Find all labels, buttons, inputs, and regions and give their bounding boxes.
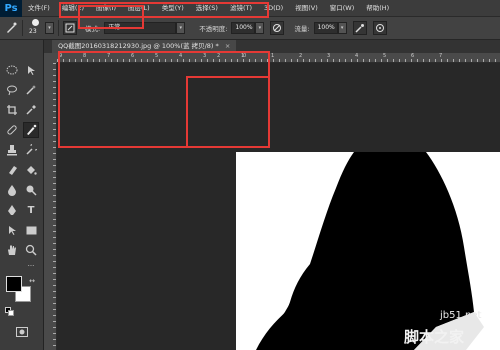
path-selection-tool-icon[interactable] — [4, 222, 20, 238]
type-tool-icon[interactable]: T — [23, 202, 39, 218]
marquee-tool-icon[interactable] — [4, 62, 20, 78]
opacity-label: 不透明度: — [199, 25, 228, 33]
lasso-tool-icon[interactable] — [4, 82, 20, 98]
blend-mode-dropdown[interactable]: ▾ — [176, 22, 186, 34]
ruler-label: 5 — [383, 53, 387, 59]
eraser-tool-icon[interactable] — [4, 162, 20, 178]
dodge-tool-icon[interactable] — [23, 182, 39, 198]
magic-wand-tool-icon[interactable] — [23, 82, 39, 98]
opacity-input[interactable]: 100% — [231, 22, 256, 34]
ruler-label: 1 — [271, 53, 275, 59]
quick-mask-icon[interactable] — [14, 324, 30, 340]
more-tools-icon[interactable]: ··· — [23, 258, 39, 274]
vertical-ruler[interactable] — [44, 63, 57, 350]
ruler-ticks — [53, 63, 56, 350]
menu-view[interactable]: 视图(V) — [289, 0, 324, 17]
brush-size-dropdown[interactable]: ▾ — [45, 22, 54, 34]
clone-stamp-tool-icon[interactable] — [4, 142, 20, 158]
tools-panel: T ··· ↔ — [0, 40, 44, 350]
pressure-opacity-icon[interactable] — [270, 21, 285, 35]
zoom-tool-icon[interactable] — [23, 242, 39, 258]
document-tab-title: QQ截图20160318212930.jpg @ 100%(蓝 拷贝/8) * — [58, 42, 219, 50]
paint-bucket-tool-icon[interactable] — [23, 162, 39, 178]
pressure-size-icon[interactable] — [372, 21, 387, 35]
blur-tool-icon[interactable] — [4, 182, 20, 198]
opacity-dropdown[interactable]: ▾ — [255, 22, 265, 34]
brush-size-value: 23 — [29, 28, 37, 35]
flow-dropdown[interactable]: ▾ — [337, 22, 347, 34]
swap-colors-icon[interactable]: ↔ — [26, 276, 38, 286]
divider — [58, 20, 59, 36]
default-colors-icon[interactable] — [4, 306, 14, 316]
watermark-url: jb51.net — [440, 310, 482, 321]
menu-help[interactable]: 帮助(H) — [360, 0, 395, 17]
hand-tool-icon[interactable] — [4, 242, 20, 258]
foreground-color-swatch[interactable] — [6, 276, 22, 292]
history-brush-tool-icon[interactable] — [23, 142, 39, 158]
ruler-label: 7 — [439, 53, 443, 59]
airbrush-icon[interactable] — [352, 21, 367, 35]
ruler-label: 2 — [299, 53, 303, 59]
flow-input[interactable]: 100% — [313, 22, 338, 34]
flow-label: 流量: — [294, 25, 310, 33]
ruler-label: 4 — [355, 53, 359, 59]
healing-brush-tool-icon[interactable] — [4, 122, 20, 138]
eyedropper-tool-icon[interactable] — [23, 102, 39, 118]
ruler-label: 6 — [411, 53, 415, 59]
highlight-ruler-corner — [186, 76, 270, 148]
menu-file[interactable]: 文件(F) — [22, 0, 56, 17]
close-tab-icon[interactable]: × — [225, 42, 230, 50]
brush-panel-toggle-icon[interactable] — [63, 21, 77, 35]
watermark-site-name: 脚本之家 — [404, 328, 465, 346]
brush-tool-icon[interactable] — [23, 122, 39, 138]
pen-tool-icon[interactable] — [4, 202, 20, 218]
ruler-label: 3 — [327, 53, 331, 59]
brush-tool-preset-icon[interactable] — [4, 21, 18, 35]
brush-tip-icon — [32, 19, 39, 26]
rectangle-tool-icon[interactable] — [23, 222, 39, 238]
highlight-menu-group — [59, 2, 269, 18]
crop-tool-icon[interactable] — [4, 102, 20, 118]
brush-size-picker[interactable]: 23 — [27, 18, 45, 38]
app-logo: Ps — [0, 0, 22, 17]
options-bar: 23 ▾ 模式: 正常 ▾ 不透明度: 100% ▾ 流量: 100% ▾ — [0, 17, 500, 40]
move-tool-icon[interactable] — [23, 62, 39, 78]
divider — [22, 20, 23, 36]
ruler-origin[interactable] — [44, 53, 57, 63]
menu-window[interactable]: 窗口(W) — [324, 0, 361, 17]
